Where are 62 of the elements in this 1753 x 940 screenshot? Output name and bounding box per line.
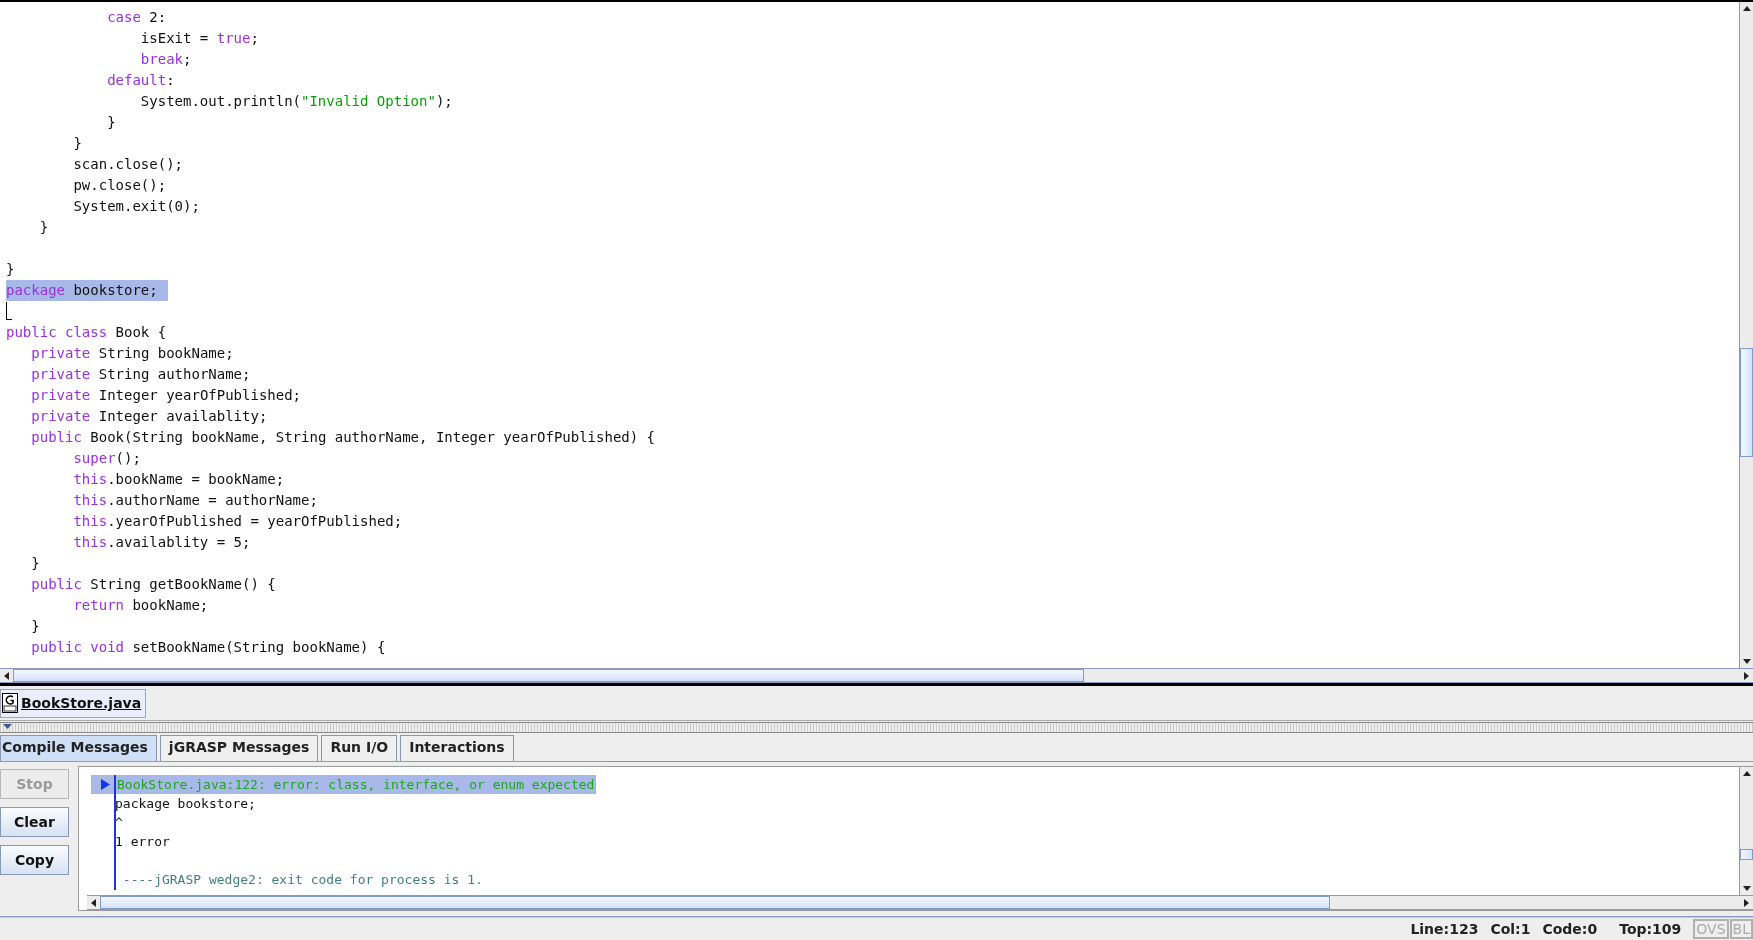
scroll-left-arrow-icon[interactable] — [89, 898, 98, 907]
scrollbar-thumb[interactable] — [100, 896, 1330, 909]
scrollbar-thumb[interactable] — [13, 669, 1084, 682]
code-line: super(); — [73, 449, 141, 468]
current-line-marker-icon — [101, 779, 110, 790]
panel-tab[interactable]: Interactions — [400, 735, 514, 761]
horizontal-scrollbar[interactable] — [87, 895, 1753, 910]
code-line: this.authorName = authorName; — [73, 491, 318, 510]
code-line: } — [107, 113, 116, 132]
code-line: System.out.println("Invalid Option"); — [140, 92, 453, 111]
code-line: private Integer yearOfPublished; — [31, 386, 302, 405]
code-line: System.exit(0); — [73, 197, 200, 216]
status-text: Code:0 — [1542, 921, 1598, 937]
panel-tab[interactable]: jGRASP Messages — [159, 735, 319, 761]
code-line: public void setBookName(String bookName) { — [31, 638, 386, 657]
vertical-scrollbar[interactable] — [1739, 767, 1753, 895]
scroll-right-arrow-icon[interactable] — [1742, 898, 1751, 907]
status-text: Line:123 — [1410, 921, 1479, 937]
code-line: return bookName; — [73, 596, 209, 615]
scroll-right-arrow-icon[interactable] — [1742, 671, 1751, 680]
code-line: } — [31, 617, 40, 636]
scroll-left-arrow-icon[interactable] — [2, 671, 11, 680]
code-line: } — [6, 260, 15, 279]
code-line: break; — [140, 50, 192, 69]
panel-tab[interactable]: Compile Messages — [0, 735, 157, 761]
code-line: public String getBookName() { — [31, 575, 276, 594]
vertical-scrollbar[interactable] — [1739, 2, 1753, 668]
code-line: public class Book { — [6, 323, 167, 342]
scroll-up-arrow-icon[interactable] — [1742, 4, 1751, 13]
code-line: this.availablity = 5; — [73, 533, 251, 552]
collapse-arrow-icon[interactable] — [3, 724, 12, 730]
code-line: this.bookName = bookName; — [73, 470, 285, 489]
message-line: 1 error — [114, 833, 171, 851]
scrollbar-thumb[interactable] — [1740, 849, 1753, 860]
message-line: package bookstore; — [114, 795, 257, 813]
code-line: private String authorName; — [31, 365, 251, 384]
message-line: ----jGRASP wedge2: exit code for process is 1. — [121, 871, 484, 889]
message-line: ^ — [114, 814, 124, 832]
code-line: isExit = true; — [140, 29, 259, 48]
file-icon — [2, 693, 18, 713]
code-line: public Book(String bookName, String authorName, Integer yearOfPublished) { — [31, 428, 656, 447]
code-line: scan.close(); — [73, 155, 183, 174]
scrollbar-thumb[interactable] — [1740, 347, 1753, 457]
code-line: default: — [107, 71, 175, 90]
code-line: } — [73, 134, 82, 153]
toolbar-button[interactable]: Copy — [0, 845, 69, 875]
scroll-down-arrow-icon[interactable] — [1742, 657, 1751, 666]
code-line: pw.close(); — [73, 176, 167, 195]
toolbar-button[interactable]: Clear — [0, 807, 69, 837]
status-text: Col:1 — [1490, 921, 1531, 937]
panel-tab[interactable]: Run I/O — [321, 735, 398, 761]
code-line: } — [31, 554, 40, 573]
code-line: private String bookName; — [31, 344, 234, 363]
file-tab[interactable]: BookStore.java — [0, 688, 147, 718]
code-line: private Integer availablity; — [31, 407, 268, 426]
code-line: case 2: — [107, 8, 167, 27]
status-text: Top:109 — [1619, 921, 1682, 937]
horizontal-scrollbar[interactable] — [0, 668, 1753, 683]
code-line: this.yearOfPublished = yearOfPublished; — [73, 512, 403, 531]
scroll-down-arrow-icon[interactable] — [1742, 884, 1751, 893]
code-line: } — [39, 218, 49, 237]
scroll-up-arrow-icon[interactable] — [1742, 769, 1751, 778]
